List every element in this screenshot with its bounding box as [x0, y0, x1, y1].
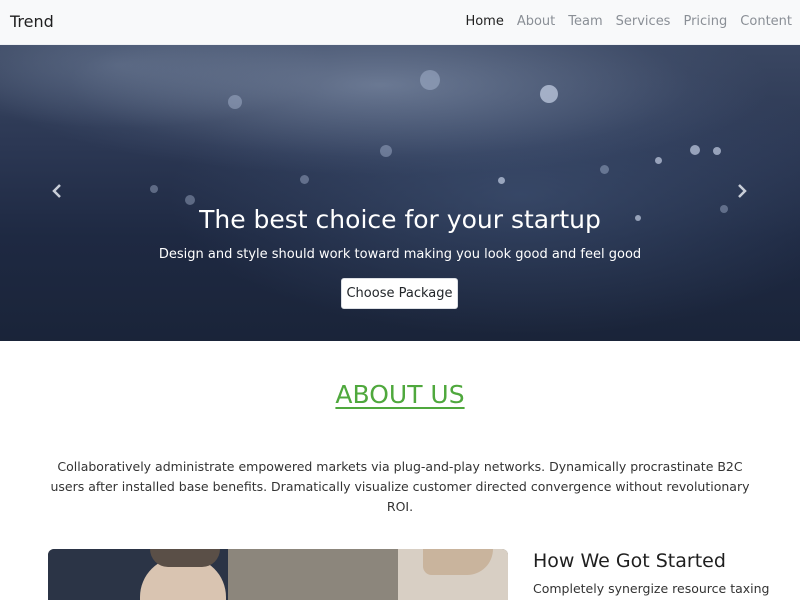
choose-package-button[interactable]: Choose Package — [341, 278, 458, 309]
chevron-right-icon[interactable] — [734, 183, 750, 199]
nav-menu: Home About Team Services Pricing Content — [465, 14, 792, 29]
nav-item-home[interactable]: Home — [465, 14, 503, 29]
team-photo — [48, 549, 508, 600]
nav-item-team[interactable]: Team — [568, 14, 602, 29]
photo-hair — [150, 549, 220, 567]
bokeh-dot — [150, 185, 158, 193]
how-we-started-title: How We Got Started — [533, 550, 726, 572]
bokeh-dot — [300, 175, 309, 184]
nav-item-services[interactable]: Services — [616, 14, 671, 29]
bokeh-dot — [380, 145, 392, 157]
bokeh-dot — [185, 195, 195, 205]
navbar: Trend Home About Team Services Pricing C… — [0, 0, 800, 45]
bokeh-dot — [498, 177, 505, 184]
photo-background — [228, 549, 408, 600]
hero-carousel: The best choice for your startup Design … — [0, 45, 800, 341]
bokeh-dot — [228, 95, 242, 109]
how-we-started-text: Completely synergize resource taxing — [533, 581, 770, 596]
nav-item-content[interactable]: Content — [740, 14, 792, 29]
bokeh-dot — [540, 85, 558, 103]
bokeh-dot — [420, 70, 440, 90]
bokeh-dot — [600, 165, 609, 174]
about-title: ABOUT US — [335, 380, 465, 409]
nav-item-about[interactable]: About — [517, 14, 555, 29]
hero-subtitle: Design and style should work toward maki… — [158, 247, 642, 262]
bokeh-dot — [655, 157, 662, 164]
hero-title: The best choice for your startup — [199, 205, 601, 234]
nav-item-pricing[interactable]: Pricing — [683, 14, 727, 29]
brand-logo[interactable]: Trend — [10, 12, 54, 31]
bokeh-dot — [690, 145, 700, 155]
chevron-left-icon[interactable] — [49, 183, 65, 199]
about-text: Collaboratively administrate empowered m… — [50, 459, 750, 514]
bokeh-dot — [713, 147, 721, 155]
